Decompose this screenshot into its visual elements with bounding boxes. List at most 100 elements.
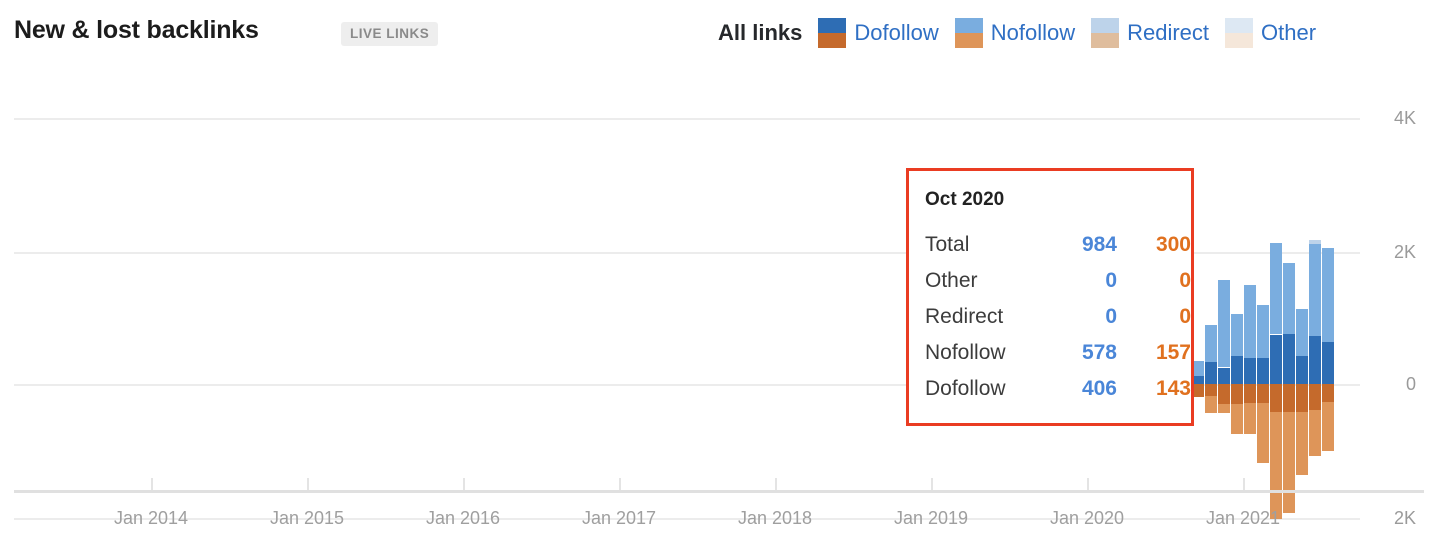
- bar-segment-new-redirect: [1309, 240, 1321, 245]
- x-axis-tick-label: Jan 2021: [1205, 508, 1281, 528]
- chart-header: New & lost backlinks LIVE LINKS All link…: [0, 0, 1432, 66]
- x-axis-tick-mark: [463, 478, 465, 490]
- tooltip-date: Oct 2020: [925, 189, 1005, 210]
- tooltip-row-new-value: 406: [1081, 377, 1117, 400]
- tooltip-row: Total 984 300: [909, 233, 1191, 269]
- x-axis-tick-label: Jan 2020: [1049, 508, 1125, 528]
- bar-segment-new-nofollow: [1322, 248, 1334, 342]
- x-axis-tick-label: Jan 2014: [113, 508, 189, 528]
- bar-series: [0, 66, 1432, 554]
- chart-tooltip: Oct 2020 Total 984 300 Other 0 0 Redirect 0 0 Nof…: [906, 168, 1194, 426]
- bar-column[interactable]: [1218, 66, 1230, 554]
- tooltip-row-new-value: 578: [1081, 341, 1117, 364]
- tooltip-row: Redirect 0 0: [909, 305, 1191, 341]
- bar-column[interactable]: [1244, 66, 1256, 554]
- x-axis-tick-label: Jan 2019: [893, 508, 969, 528]
- legend-item-dofollow[interactable]: Dofollow: [818, 18, 939, 48]
- bar-segment-lost-dofollow: [1270, 384, 1282, 412]
- bar-segment-new-dofollow: [1218, 367, 1230, 384]
- bar-segment-lost-nofollow: [1244, 403, 1256, 435]
- x-axis-tick-mark: [151, 478, 153, 490]
- tooltip-row-label: Other: [925, 269, 978, 292]
- bar-segment-lost-dofollow: [1205, 384, 1217, 396]
- bar-segment-new-nofollow: [1205, 325, 1217, 363]
- tooltip-row-lost-value: 0: [1179, 269, 1191, 292]
- bar-segment-lost-dofollow: [1283, 384, 1295, 413]
- legend-item-redirect[interactable]: Redirect: [1091, 18, 1209, 48]
- page-title: New & lost backlinks: [14, 16, 259, 44]
- tooltip-row-label: Redirect: [925, 305, 1004, 328]
- bar-segment-new-nofollow: [1296, 308, 1308, 357]
- bar-segment-lost-nofollow: [1257, 403, 1269, 463]
- tooltip-rows: Total 984 300 Other 0 0 Redirect 0 0 Nofollow 578 1…: [909, 233, 1191, 413]
- bar-column[interactable]: [1205, 66, 1217, 554]
- bar-segment-new-nofollow: [1283, 262, 1295, 334]
- bar-column[interactable]: [1283, 66, 1295, 554]
- legend-item-nofollow[interactable]: Nofollow: [954, 18, 1076, 48]
- bar-segment-new-nofollow: [1231, 314, 1243, 357]
- bar-segment-new-dofollow: [1283, 333, 1295, 384]
- bar-segment-new-dofollow: [1270, 334, 1282, 384]
- bar-column[interactable]: [1270, 66, 1282, 554]
- tooltip-row: Other 0 0: [909, 269, 1191, 305]
- x-axis-tick-mark: [307, 478, 309, 490]
- x-axis-tick-mark: [1087, 478, 1089, 490]
- x-axis-tick-label: Jan 2015: [269, 508, 345, 528]
- bar-segment-lost-dofollow: [1231, 384, 1243, 404]
- bar-segment-new-dofollow: [1322, 341, 1334, 384]
- x-axis-line: [14, 490, 1424, 493]
- x-axis-tick-label: Jan 2017: [581, 508, 657, 528]
- bar-segment-new-nofollow: [1218, 280, 1230, 368]
- bar-segment-lost-dofollow: [1322, 384, 1334, 403]
- legend-item-other[interactable]: Other: [1225, 18, 1316, 48]
- bar-segment-lost-nofollow: [1218, 403, 1230, 414]
- legend-item-label: Dofollow: [854, 20, 939, 45]
- bar-column[interactable]: [1296, 66, 1308, 554]
- bar-segment-lost-dofollow: [1244, 384, 1256, 404]
- tooltip-row-lost-value: 143: [1155, 377, 1191, 400]
- bar-segment-new-dofollow: [1296, 356, 1308, 384]
- tooltip-row-label: Total: [925, 233, 970, 256]
- bar-segment-new-dofollow: [1309, 336, 1321, 384]
- bar-segment-new-dofollow: [1257, 357, 1269, 384]
- bar-column[interactable]: [1257, 66, 1269, 554]
- bar-segment-lost-dofollow: [1309, 384, 1321, 411]
- bar-segment-new-nofollow: [1309, 244, 1321, 337]
- legend-item-label: Redirect: [1127, 20, 1210, 45]
- legend-swatch-icon: [1225, 18, 1254, 48]
- status-badge: LIVE LINKS: [341, 22, 439, 46]
- legend-all-links-label: All links: [718, 20, 803, 45]
- legend: All links Dofollow Nofollow Redirect Other: [718, 17, 1332, 49]
- tooltip-row-lost-value: 0: [1179, 305, 1191, 328]
- x-axis-tick-mark: [931, 478, 933, 490]
- bar-column[interactable]: [1322, 66, 1334, 554]
- legend-swatch-icon: [954, 18, 983, 48]
- legend-item-label: Nofollow: [990, 20, 1076, 45]
- bar-segment-lost-nofollow: [1283, 412, 1295, 514]
- bar-segment-lost-nofollow: [1309, 410, 1321, 456]
- x-axis-tick-label: Jan 2018: [737, 508, 813, 528]
- bar-column[interactable]: [1309, 66, 1321, 554]
- bar-segment-lost-nofollow: [1231, 403, 1243, 435]
- tooltip-row-new-value: 984: [1081, 233, 1117, 256]
- x-axis-tick-mark: [619, 478, 621, 490]
- legend-swatch-icon: [818, 18, 847, 48]
- bar-column[interactable]: [1231, 66, 1243, 554]
- bar-segment-new-nofollow: [1257, 304, 1269, 358]
- bar-segment-lost-nofollow: [1205, 395, 1217, 414]
- tooltip-row: Nofollow 578 157: [909, 341, 1191, 377]
- x-axis-tick-mark: [775, 478, 777, 490]
- bar-segment-new-dofollow: [1244, 357, 1256, 384]
- bar-segment-new-nofollow: [1244, 285, 1256, 358]
- bar-segment-lost-nofollow: [1296, 412, 1308, 476]
- tooltip-row-new-value: 0: [1105, 269, 1117, 292]
- bar-segment-lost-nofollow: [1322, 402, 1334, 452]
- x-axis-tick-label: Jan 2016: [425, 508, 501, 528]
- tooltip-row-lost-value: 300: [1155, 233, 1191, 256]
- legend-item-label: Other: [1261, 20, 1317, 45]
- bar-segment-new-nofollow: [1270, 243, 1282, 335]
- bar-segment-lost-dofollow: [1257, 384, 1269, 404]
- bar-segment-new-dofollow: [1231, 356, 1243, 384]
- bar-segment-new-dofollow: [1205, 362, 1217, 384]
- chart-plot-area: 4K 2K 0 2K Jan 2014 Jan 2015 Jan 2016 Jan 2017…: [0, 66, 1432, 554]
